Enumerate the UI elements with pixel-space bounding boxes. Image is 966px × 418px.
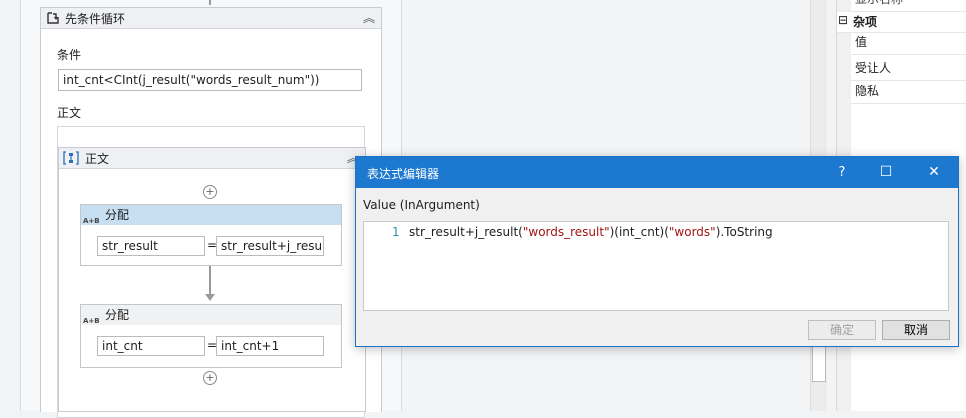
assign-activity[interactable]: A+B 分配 str_result = str_result+j_resul	[80, 204, 342, 266]
sequence-header[interactable]: 正文 ︽	[59, 148, 365, 169]
connector-arrow	[209, 0, 211, 5]
condition-input[interactable]: int_cnt<CInt(j_result("words_result_num"…	[58, 69, 362, 91]
sequence-title: 正文	[85, 152, 110, 166]
code-token: str_result+j_result(	[409, 225, 523, 239]
body-label: 正文	[57, 106, 82, 120]
cancel-button[interactable]: 取消	[882, 320, 950, 340]
assign-activity[interactable]: A+B 分配 int_cnt = int_cnt+1	[80, 304, 342, 368]
assign-activity-title: 分配	[105, 208, 130, 222]
assign-value-field[interactable]: str_result+j_resul	[216, 236, 324, 256]
assign-icon: A+B	[83, 217, 100, 225]
code-token: )(int_cnt)(	[609, 225, 669, 239]
assign-value-field[interactable]: int_cnt+1	[216, 336, 324, 356]
help-icon[interactable]: ?	[820, 157, 864, 188]
loop-icon	[47, 12, 59, 24]
expression-code[interactable]: str_result+j_result("words_result")(int_…	[409, 225, 773, 239]
property-category-label: 杂项	[853, 15, 878, 29]
dialog-titlebar[interactable]: 表达式编辑器 ? ☐ ✕	[356, 157, 958, 188]
while-activity-title: 先条件循环	[65, 12, 126, 26]
argument-label: Value (InArgument)	[363, 198, 480, 212]
assign-to-field[interactable]: str_result	[97, 236, 205, 256]
dialog-title: 表达式编辑器	[367, 167, 440, 181]
maximize-icon[interactable]: ☐	[864, 157, 908, 188]
property-row-assignee[interactable]: 受让人	[851, 57, 966, 81]
sequence-icon	[63, 151, 79, 165]
code-token: ).ToString	[715, 225, 773, 239]
collapse-category-icon[interactable]: ⊟	[838, 13, 848, 27]
add-activity-plus-icon[interactable]: +	[203, 185, 217, 199]
assign-to-field[interactable]: int_cnt	[97, 336, 205, 356]
assign-icon: A+B	[83, 317, 100, 325]
property-row-value[interactable]: 值	[851, 31, 966, 55]
expression-editor-textarea[interactable]: 1 str_result+j_result("words_result")(in…	[363, 221, 949, 311]
property-category-misc[interactable]: ⊟ 杂项	[837, 12, 966, 33]
expression-editor-dialog[interactable]: 表达式编辑器 ? ☐ ✕ Value (InArgument) 1 str_re…	[355, 156, 959, 347]
while-activity-header[interactable]: 先条件循环 ︽	[41, 8, 381, 29]
property-row-display-name[interactable]: 显示名称	[851, 0, 966, 12]
collapse-chevron-icon[interactable]: ︽	[363, 9, 375, 26]
code-string-literal: "words_result"	[522, 225, 610, 239]
line-number: 1	[392, 225, 400, 239]
connector-arrow-head	[205, 294, 215, 301]
assign-activity-title: 分配	[105, 308, 130, 322]
close-icon[interactable]: ✕	[912, 157, 956, 188]
ok-button[interactable]: 确定	[808, 320, 876, 340]
assign-activity-header[interactable]: A+B 分配	[81, 305, 341, 325]
code-string-literal: "words"	[668, 225, 716, 239]
assign-activity-header[interactable]: A+B 分配	[81, 205, 341, 225]
add-activity-plus-icon[interactable]: +	[203, 371, 217, 385]
condition-label: 条件	[57, 48, 82, 62]
connector-arrow	[209, 266, 211, 296]
property-row-private[interactable]: 隐私	[851, 80, 966, 104]
